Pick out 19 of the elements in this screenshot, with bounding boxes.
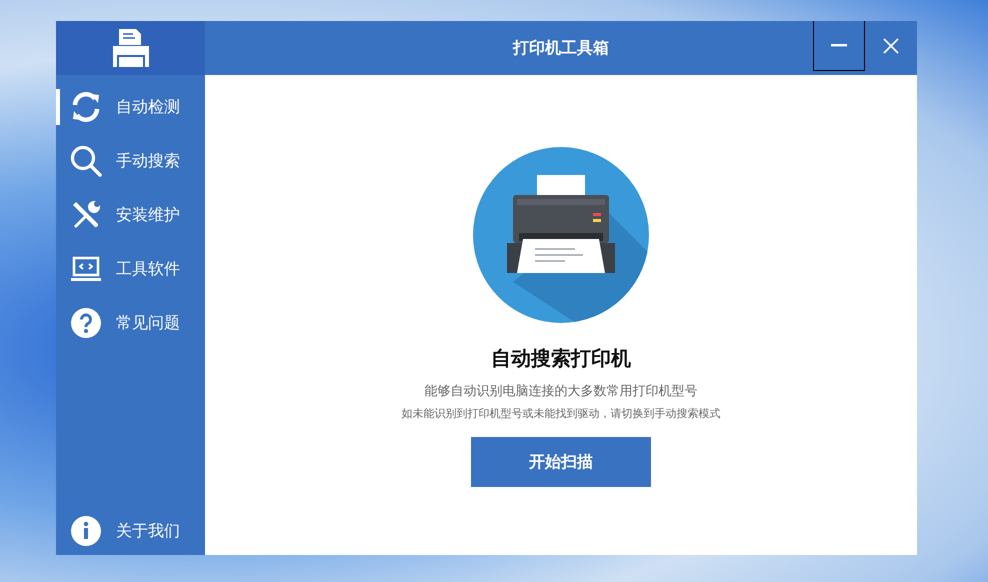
heading: 自动搜索打印机 bbox=[491, 345, 631, 372]
printer-icon bbox=[110, 29, 150, 67]
hint-text: 如未能识别到打印机型号或未能找到驱动，请切换到手动搜索模式 bbox=[402, 406, 720, 421]
sidebar-item[interactable]: 常见问题 bbox=[56, 296, 205, 350]
minimize-icon bbox=[831, 44, 847, 47]
about-link[interactable]: 关于我们 bbox=[56, 507, 205, 555]
refresh-icon bbox=[70, 91, 102, 123]
sidebar-item[interactable]: 安装维护 bbox=[56, 188, 205, 242]
minimize-button[interactable] bbox=[813, 21, 865, 71]
help-icon bbox=[70, 307, 102, 339]
scan-button[interactable]: 开始扫描 bbox=[471, 437, 651, 487]
close-icon bbox=[883, 38, 899, 54]
sidebar-item[interactable]: 手动搜索 bbox=[56, 134, 205, 188]
description: 能够自动识别电脑连接的大多数常用打印机型号 bbox=[424, 383, 698, 400]
info-icon bbox=[70, 515, 102, 547]
search-icon bbox=[70, 145, 102, 177]
sidebar-item[interactable]: 工具软件 bbox=[56, 242, 205, 296]
window-title: 打印机工具箱 bbox=[513, 38, 609, 58]
sidebar-item[interactable]: 自动检测 bbox=[56, 80, 205, 134]
